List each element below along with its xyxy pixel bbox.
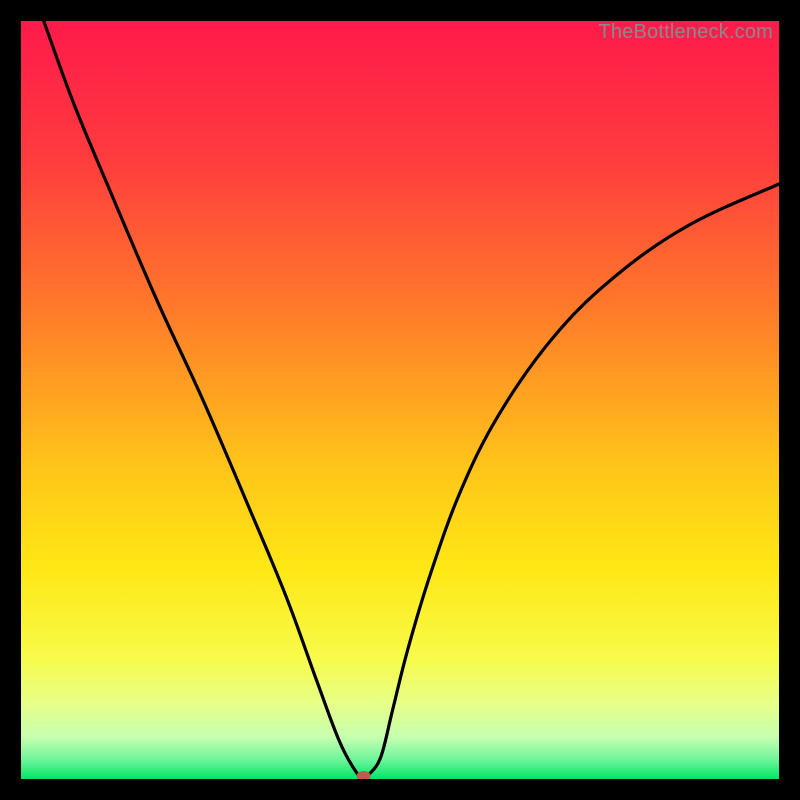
watermark-label: TheBottleneck.com [598, 21, 773, 44]
bottleneck-chart [21, 21, 779, 779]
gradient-background [21, 21, 779, 779]
chart-frame: TheBottleneck.com [21, 21, 779, 779]
